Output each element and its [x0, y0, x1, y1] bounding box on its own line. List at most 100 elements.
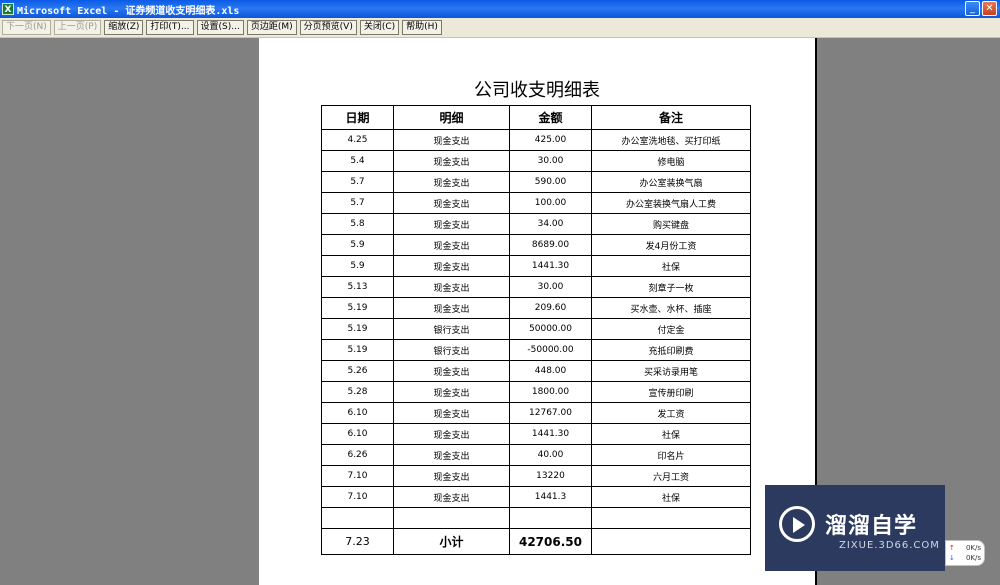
network-speed-widget: ↑ 0K/s ↓ 0K/s [945, 540, 985, 566]
total-date: 7.23 [321, 528, 394, 555]
row-note: 充抵印刷费 [591, 339, 751, 361]
table-row: 5.7 现金支出 590.00 办公室装换气扇 [321, 171, 751, 193]
row-note: 买水壶、水杯、插座 [591, 297, 751, 319]
blank-cell [591, 507, 751, 529]
minimize-icon[interactable]: _ [965, 1, 980, 16]
row-date: 5.19 [321, 318, 394, 340]
row-amount: 1441.30 [509, 255, 592, 277]
row-date: 6.10 [321, 423, 394, 445]
setup-button[interactable]: 设置(S)... [196, 20, 244, 35]
row-detail: 现金支出 [393, 129, 510, 151]
row-date: 6.10 [321, 402, 394, 424]
print-button[interactable]: 打印(T)... [146, 20, 194, 35]
zoom-button[interactable]: 缩放(Z) [104, 20, 144, 35]
row-note: 付定金 [591, 318, 751, 340]
table-row: 7.10 现金支出 1441.3 社保 [321, 486, 751, 508]
close-preview-button[interactable]: 关闭(C) [359, 20, 400, 35]
watermark-name: 溜溜自学 [825, 513, 918, 539]
row-amount: 100.00 [509, 192, 592, 214]
window-title: Microsoft Excel - 证券频道收支明细表.xls [17, 5, 240, 17]
row-amount: 50000.00 [509, 318, 592, 340]
row-amount: 13220 [509, 465, 592, 487]
help-button[interactable]: 帮助(H) [402, 20, 442, 35]
header-detail: 明细 [393, 105, 510, 130]
blank-cell [509, 507, 592, 529]
row-note: 社保 [591, 255, 751, 277]
watermark-brand: 溜溜自学 [779, 505, 918, 542]
upload-speed: ↑ 0K/s [949, 544, 981, 552]
row-amount: 30.00 [509, 150, 592, 172]
row-detail: 现金支出 [393, 171, 510, 193]
row-note: 六月工资 [591, 465, 751, 487]
row-amount: 590.00 [509, 171, 592, 193]
row-note: 修电脑 [591, 150, 751, 172]
row-note: 购买键盘 [591, 213, 751, 235]
next-page-button[interactable]: 下一页(N) [2, 20, 51, 35]
row-date: 5.26 [321, 360, 394, 382]
prev-page-button[interactable]: 上一页(P) [53, 20, 102, 35]
table-row: 5.26 现金支出 448.00 买采访录用笔 [321, 360, 751, 382]
row-amount: 8689.00 [509, 234, 592, 256]
download-speed: ↓ 0K/s [949, 554, 981, 562]
row-date: 7.10 [321, 486, 394, 508]
sheet-title: 公司收支明细表 [474, 80, 600, 101]
row-detail: 现金支出 [393, 402, 510, 424]
row-amount: -50000.00 [509, 339, 592, 361]
row-date: 5.19 [321, 339, 394, 361]
row-date: 5.7 [321, 171, 394, 193]
row-note: 发工资 [591, 402, 751, 424]
table-row: 5.7 现金支出 100.00 办公室装换气扇人工费 [321, 192, 751, 214]
table-row: 4.25 现金支出 425.00 办公室洗地毯、买打印纸 [321, 129, 751, 151]
table-row: 6.10 现金支出 12767.00 发工资 [321, 402, 751, 424]
table-row: 5.9 现金支出 8689.00 发4月份工资 [321, 234, 751, 256]
row-detail: 现金支出 [393, 234, 510, 256]
blank-cell [321, 507, 394, 529]
close-window-icon[interactable]: ✕ [982, 1, 997, 16]
table-row: 5.4 现金支出 30.00 修电脑 [321, 150, 751, 172]
row-date: 5.28 [321, 381, 394, 403]
margins-button[interactable]: 页边距(M) [246, 20, 297, 35]
row-detail: 现金支出 [393, 276, 510, 298]
total-amount: 42706.50 [509, 528, 592, 555]
header-amount: 金额 [509, 105, 592, 130]
row-date: 5.9 [321, 234, 394, 256]
row-detail: 现金支出 [393, 150, 510, 172]
table-row: 5.19 银行支出 -50000.00 充抵印刷费 [321, 339, 751, 361]
row-amount: 1800.00 [509, 381, 592, 403]
table-row: 5.8 现金支出 34.00 购买键盘 [321, 213, 751, 235]
row-note: 办公室装换气扇 [591, 171, 751, 193]
ledger-table: 日期 明细 金额 备注 4.25 现金支出 425.00 办公室洗地毯、买打印纸 5.4… [321, 105, 751, 555]
row-detail: 现金支出 [393, 486, 510, 508]
row-date: 5.7 [321, 192, 394, 214]
print-preview-toolbar: 下一页(N) 上一页(P) 缩放(Z) 打印(T)... 设置(S)... 页边… [0, 18, 1000, 38]
watermark-url: ZIXUE.3D66.COM [839, 539, 940, 551]
window-titlebar[interactable]: X Microsoft Excel - 证券频道收支明细表.xls _ ✕ [0, 0, 1000, 18]
row-note: 宣传册印刷 [591, 381, 751, 403]
window-controls: _ ✕ [965, 1, 997, 16]
row-amount: 209.60 [509, 297, 592, 319]
table-row: 5.28 现金支出 1800.00 宣传册印刷 [321, 381, 751, 403]
row-note: 买采访录用笔 [591, 360, 751, 382]
row-date: 5.9 [321, 255, 394, 277]
table-header-row: 日期 明细 金额 备注 [321, 105, 751, 130]
ledger-body: 4.25 现金支出 425.00 办公室洗地毯、买打印纸 5.4 现金支出 30.00 修电脑… [321, 129, 751, 508]
total-row: 7.23 小计 42706.50 [321, 528, 751, 555]
row-note: 刻章子一枚 [591, 276, 751, 298]
row-detail: 银行支出 [393, 318, 510, 340]
row-amount: 425.00 [509, 129, 592, 151]
table-row: 6.10 现金支出 1441.30 社保 [321, 423, 751, 445]
watermark-overlay: 溜溜自学 ZIXUE.3D66.COM [765, 485, 945, 571]
print-page[interactable]: 公司收支明细表 日期 明细 金额 备注 4.25 现金支出 425.00 办公室洗地毯… [259, 38, 815, 585]
row-date: 5.13 [321, 276, 394, 298]
row-amount: 34.00 [509, 213, 592, 235]
row-detail: 现金支出 [393, 381, 510, 403]
row-note: 社保 [591, 486, 751, 508]
row-date: 4.25 [321, 129, 394, 151]
table-row: 5.9 现金支出 1441.30 社保 [321, 255, 751, 277]
row-note: 办公室洗地毯、买打印纸 [591, 129, 751, 151]
page-break-preview-button[interactable]: 分页预览(V) [299, 20, 357, 35]
row-note: 社保 [591, 423, 751, 445]
row-date: 5.8 [321, 213, 394, 235]
download-arrow-icon: ↓ [949, 554, 955, 562]
row-note: 发4月份工资 [591, 234, 751, 256]
